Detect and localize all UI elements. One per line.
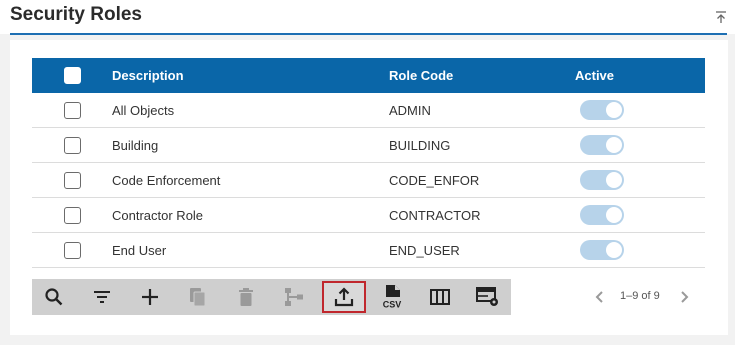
- column-header-description[interactable]: Description: [112, 68, 184, 83]
- table-row[interactable]: Building BUILDING: [32, 128, 705, 163]
- active-toggle[interactable]: [580, 205, 624, 225]
- table-row[interactable]: Code Enforcement CODE_ENFOR: [32, 163, 705, 198]
- previous-page-button[interactable]: [592, 289, 608, 305]
- description-cell: End User: [112, 243, 167, 258]
- hierarchy-icon: [285, 288, 303, 306]
- row-checkbox[interactable]: [64, 102, 81, 119]
- row-checkbox[interactable]: [64, 207, 81, 224]
- toggle-knob: [606, 207, 622, 223]
- search-button[interactable]: [32, 281, 76, 313]
- columns-icon: [430, 289, 450, 305]
- hierarchy-button[interactable]: [272, 281, 316, 313]
- table-header: Description Role Code Active: [32, 58, 705, 93]
- column-header-active[interactable]: Active: [575, 68, 614, 83]
- page-title: Security Roles: [10, 4, 142, 25]
- delete-icon: [239, 288, 253, 306]
- description-cell: Building: [112, 138, 159, 153]
- row-checkbox[interactable]: [64, 242, 81, 259]
- table-row[interactable]: All Objects ADMIN: [32, 93, 705, 128]
- role-code-cell: END_USER: [389, 243, 460, 258]
- csv-label: CSV: [383, 300, 402, 310]
- toggle-knob: [606, 137, 622, 153]
- export-csv-button[interactable]: CSV: [370, 281, 414, 313]
- toggle-knob: [606, 102, 622, 118]
- csv-icon: CSV: [383, 285, 402, 310]
- description-cell: Code Enforcement: [112, 173, 221, 188]
- columns-button[interactable]: [418, 281, 462, 313]
- upload-button[interactable]: [322, 281, 366, 313]
- role-code-cell: CONTRACTOR: [389, 208, 481, 223]
- active-toggle[interactable]: [580, 100, 624, 120]
- copy-icon: [190, 288, 206, 307]
- column-header-role-code[interactable]: Role Code: [389, 68, 453, 83]
- toggle-knob: [606, 242, 622, 258]
- description-cell: All Objects: [112, 103, 175, 118]
- filter-button[interactable]: [80, 281, 124, 313]
- next-page-button[interactable]: [676, 289, 692, 305]
- pagination: 1–9 of 9: [590, 288, 700, 306]
- select-all-checkbox[interactable]: [64, 67, 81, 84]
- active-toggle[interactable]: [580, 170, 624, 190]
- row-checkbox[interactable]: [64, 172, 81, 189]
- role-code-cell: CODE_ENFOR: [389, 173, 480, 188]
- collapse-icon[interactable]: [715, 10, 727, 24]
- page-range-text: 1–9 of 9: [620, 290, 660, 302]
- role-code-cell: BUILDING: [389, 138, 451, 153]
- table-settings-icon: [476, 287, 498, 306]
- row-checkbox[interactable]: [64, 137, 81, 154]
- description-cell: Contractor Role: [112, 208, 204, 223]
- active-toggle[interactable]: [580, 240, 624, 260]
- table-row[interactable]: Contractor Role CONTRACTOR: [32, 198, 705, 233]
- delete-button[interactable]: [224, 281, 268, 313]
- add-button[interactable]: [128, 281, 172, 313]
- roles-table: Description Role Code Active All Objects…: [32, 58, 705, 268]
- search-icon: [45, 288, 63, 306]
- filter-icon: [94, 291, 110, 303]
- table-toolbar: CSV: [32, 279, 511, 315]
- page-header: Security Roles: [0, 0, 735, 35]
- copy-button[interactable]: [176, 281, 220, 313]
- chevron-right-icon: [681, 291, 689, 303]
- table-row[interactable]: End User END_USER: [32, 233, 705, 268]
- role-code-cell: ADMIN: [389, 103, 431, 118]
- title-divider: [10, 33, 727, 35]
- table-settings-button[interactable]: [466, 281, 510, 313]
- upload-icon: [334, 287, 354, 307]
- toggle-knob: [606, 172, 622, 188]
- plus-icon: [142, 289, 158, 305]
- chevron-left-icon: [595, 291, 603, 303]
- active-toggle[interactable]: [580, 135, 624, 155]
